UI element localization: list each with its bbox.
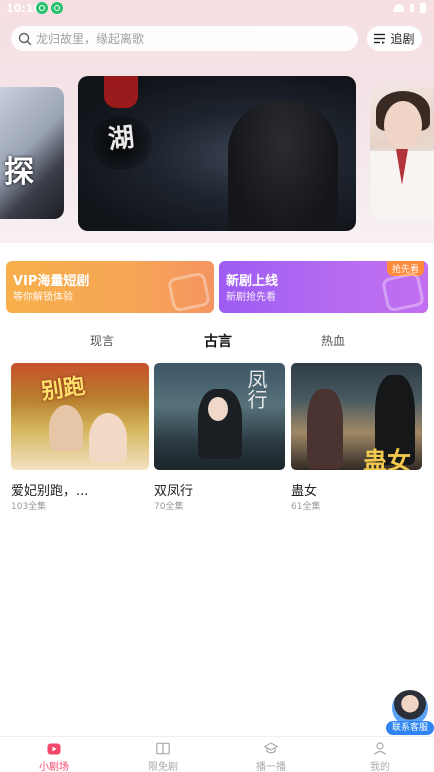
vip-card-subtitle: 等你解锁体验 xyxy=(13,292,73,303)
poster-2-title-art: 凤行 xyxy=(244,369,268,409)
play-icon xyxy=(380,271,426,313)
nav-play[interactable]: 播一播 xyxy=(241,742,301,772)
vip-v-icon xyxy=(166,271,212,313)
tab-action[interactable]: 热血 xyxy=(321,332,345,349)
drama-episodes-1: 103全集 xyxy=(11,502,47,512)
banner-prev[interactable]: 探 xyxy=(0,87,64,219)
search-icon xyxy=(18,32,32,45)
battery-icon xyxy=(420,3,426,13)
poster-1-figure-b xyxy=(89,413,127,463)
nav-theater-label: 小剧场 xyxy=(39,762,69,772)
search-placeholder: 龙归故里，缘起离歌 xyxy=(36,32,145,46)
poster-2-face xyxy=(208,397,228,421)
new-drama-card[interactable]: 新剧上线 新剧抢先看 抢先看 xyxy=(219,261,428,313)
search-input[interactable]: 龙归故里，缘起离歌 xyxy=(11,26,358,51)
status-bar: 10:10 xyxy=(0,0,434,18)
support-label: 联系客服 xyxy=(386,721,434,735)
status-indicators xyxy=(394,3,426,13)
nav-theater[interactable]: 小剧场 xyxy=(24,742,84,772)
nav-play-label: 播一播 xyxy=(256,762,286,772)
nav-free[interactable]: 限免剧 xyxy=(133,742,193,772)
banner-red-accent xyxy=(104,76,138,108)
bottom-nav: 小剧场 限免剧 播一播 我的 xyxy=(0,736,434,772)
tab-ancient[interactable]: 古言 xyxy=(204,331,232,351)
banner-title-char: 湖 xyxy=(106,122,136,156)
poster-1-title-art: 别跑 xyxy=(39,373,87,405)
follow-label: 追剧 xyxy=(390,32,415,46)
drama-poster-3[interactable]: 蛊女 xyxy=(291,363,422,470)
signal-icon xyxy=(410,4,414,12)
list-icon xyxy=(374,33,386,44)
banner-figure xyxy=(228,101,338,231)
vip-promo-card[interactable]: VIP海量短剧 等你解锁体验 xyxy=(6,261,214,313)
tab-modern[interactable]: 现言 xyxy=(90,332,114,349)
vip-card-title: VIP海量短剧 xyxy=(13,274,90,289)
banner-prev-art: 探 xyxy=(4,155,34,190)
poster-3-figure-a xyxy=(307,389,343,469)
drama-title-1[interactable]: 爱妃别跑，... xyxy=(11,480,88,499)
wifi-icon xyxy=(394,4,404,12)
drama-poster-2[interactable]: 凤行 xyxy=(154,363,285,470)
drama-title-2[interactable]: 双凤行 xyxy=(154,480,193,499)
user-icon xyxy=(374,742,386,755)
book-icon xyxy=(156,742,170,755)
new-card-subtitle: 新剧抢先看 xyxy=(226,292,276,303)
drama-episodes-3: 61全集 xyxy=(291,502,321,512)
theater-icon xyxy=(47,743,61,755)
cap-icon xyxy=(264,742,278,754)
app-notification-icon xyxy=(51,2,63,14)
banner-next-face xyxy=(384,101,422,149)
nav-free-label: 限免剧 xyxy=(148,762,178,772)
wechat-notification-icon xyxy=(36,2,48,14)
customer-service-button[interactable]: 联系客服 xyxy=(386,688,434,736)
drama-poster-1[interactable]: 别跑 xyxy=(11,363,149,470)
nav-profile-label: 我的 xyxy=(370,762,390,772)
drama-title-3[interactable]: 蛊女 xyxy=(291,480,317,499)
nav-profile[interactable]: 我的 xyxy=(350,742,410,772)
follow-drama-button[interactable]: 追剧 xyxy=(367,26,422,51)
banner-next[interactable] xyxy=(370,87,434,219)
poster-1-figure-a xyxy=(49,405,83,451)
banner-current[interactable]: 湖 xyxy=(78,76,356,231)
new-card-title: 新剧上线 xyxy=(226,274,279,289)
drama-episodes-2: 70全集 xyxy=(154,502,184,512)
poster-3-title-art: 蛊女 xyxy=(363,446,411,470)
